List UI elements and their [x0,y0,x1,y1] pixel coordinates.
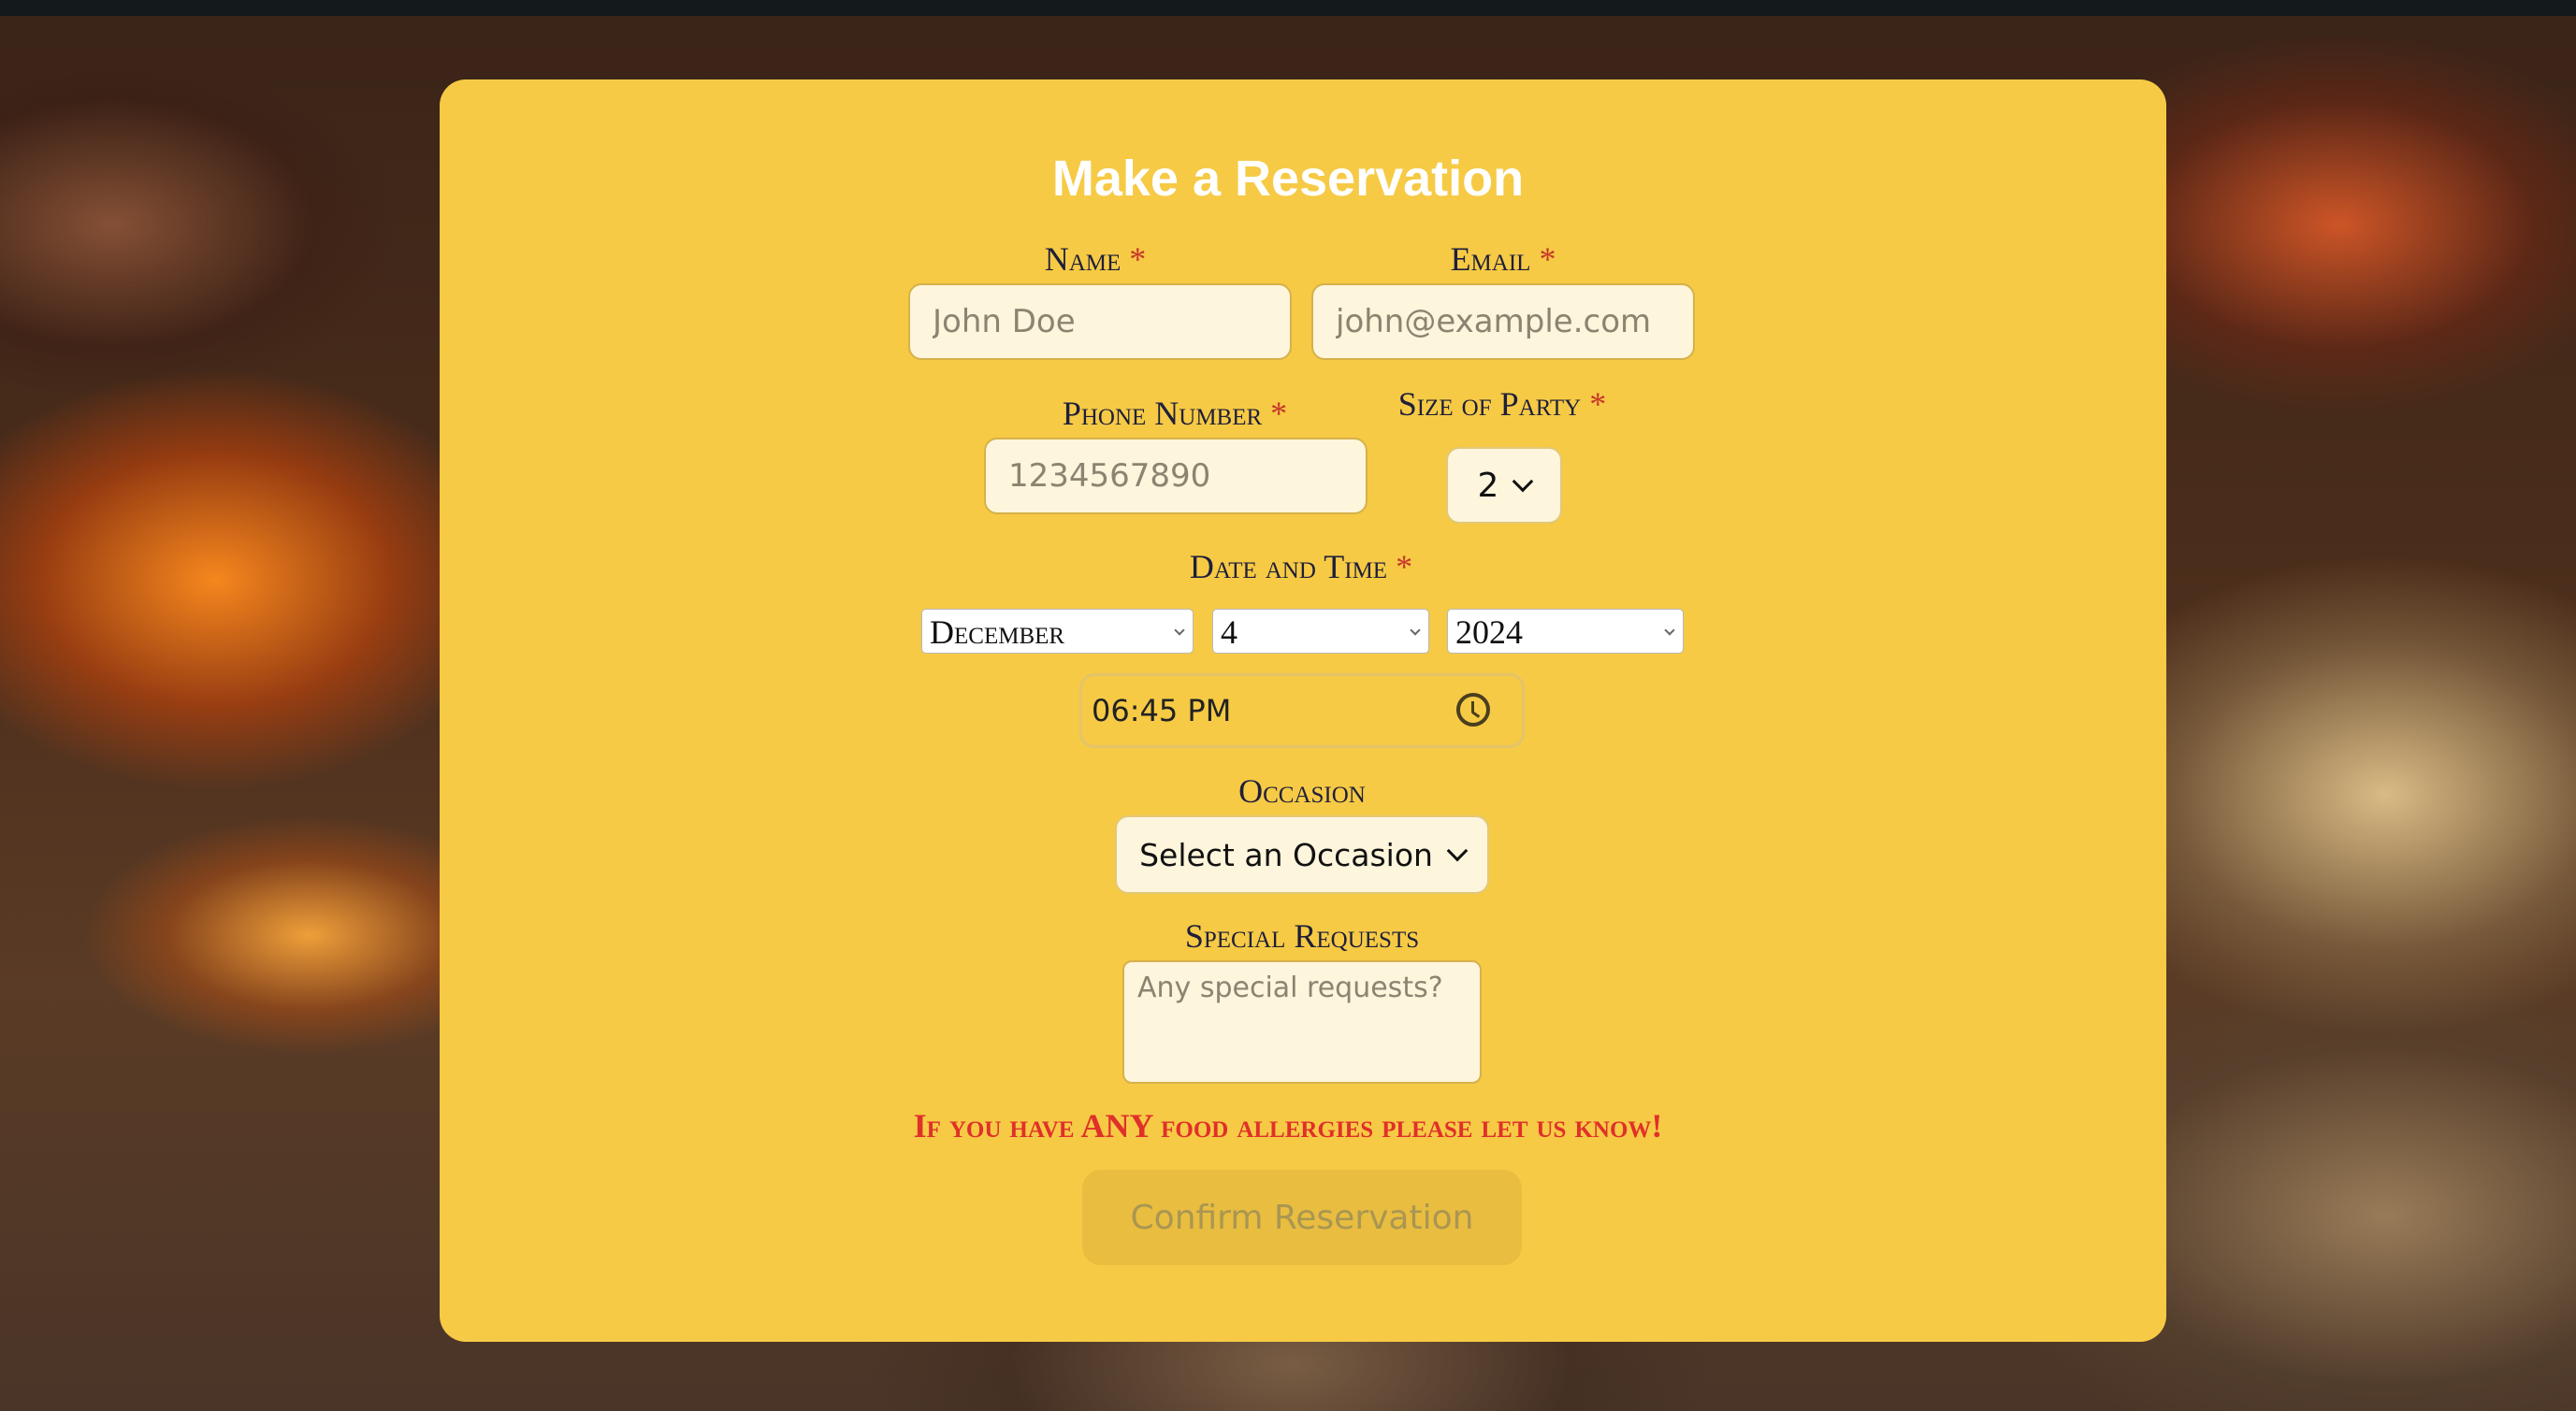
required-marker: * [1396,548,1413,585]
name-label-text: Name [1044,240,1122,278]
required-marker: * [1539,240,1556,278]
required-marker: * [1129,240,1147,278]
party-size-select[interactable]: 2 [1446,447,1562,524]
email-input[interactable] [1311,283,1695,360]
name-input[interactable] [908,283,1292,360]
email-label: Email * [1316,239,1690,279]
page-title: Make a Reservation [1051,151,1525,207]
occasion-select[interactable]: Select an Occasion [1115,815,1489,894]
required-marker: * [1270,395,1288,432]
party-size-value: 2 [1477,466,1499,505]
party-size-label-text: Size of Party [1397,385,1582,423]
chevron-down-icon [1446,840,1469,862]
chevron-down-icon [1664,625,1675,636]
confirm-reservation-button[interactable]: Confirm Reservation [1082,1170,1522,1265]
year-select[interactable]: 2024 [1447,609,1684,654]
chevron-down-icon [1410,625,1421,636]
month-select[interactable]: December [921,609,1194,654]
party-size-label: Size of Party * [1315,384,1689,424]
phone-label: Phone Number * [988,394,1362,433]
occasion-value: Select an Occasion [1139,836,1433,873]
occasion-label-text: Occasion [1238,772,1366,810]
top-bar [0,0,2576,16]
day-value: 4 [1221,613,1237,651]
chevron-down-icon [1174,625,1185,636]
allergy-note: If you have ANY food allergies please le… [913,1107,1663,1145]
time-value: 06:45 PM [1092,693,1232,728]
day-select[interactable]: 4 [1212,609,1429,654]
date-time-label-text: Date and Time [1189,548,1388,585]
special-requests-label-text: Special Requests [1184,917,1420,955]
required-marker: * [1589,385,1607,423]
email-label-text: Email [1450,240,1531,278]
year-value: 2024 [1455,613,1523,651]
special-requests-label: Special Requests [1115,916,1489,956]
phone-label-text: Phone Number [1062,395,1263,432]
name-label: Name * [908,239,1282,279]
phone-input[interactable] [984,438,1368,514]
chevron-down-icon [1512,470,1534,493]
clock-icon[interactable] [1456,693,1490,727]
special-requests-textarea[interactable] [1122,960,1482,1084]
month-value: December [930,613,1065,651]
date-time-label: Date and Time * [1114,547,1488,586]
time-input[interactable]: 06:45 PM [1079,673,1525,748]
occasion-label: Occasion [1115,771,1489,811]
